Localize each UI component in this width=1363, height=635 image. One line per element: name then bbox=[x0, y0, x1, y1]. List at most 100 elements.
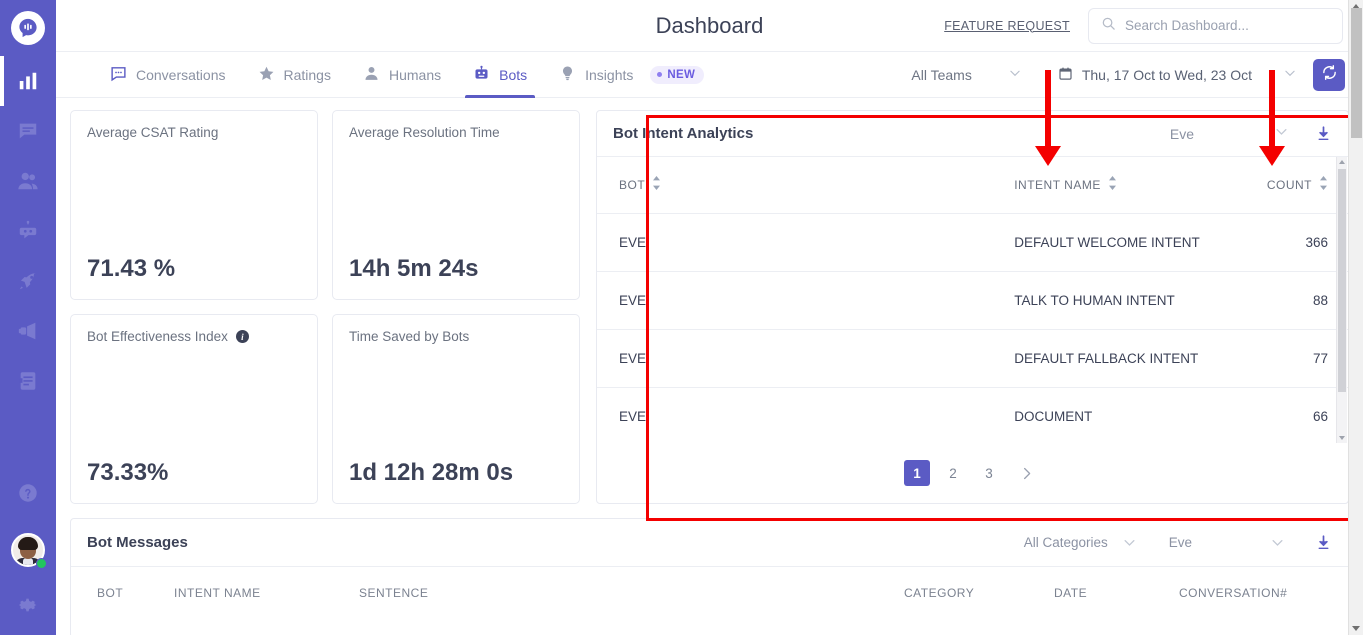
tab-bar-filters: All Teams Thu, 17 Oct to Wed, 23 Oct bbox=[905, 58, 1345, 91]
column-header-conversation-number[interactable]: CONVERSATION# bbox=[1179, 586, 1287, 600]
kpi-card-bot-effectiveness-index: Bot Effectiveness Index i 73.33% bbox=[70, 314, 318, 504]
online-status-dot bbox=[36, 558, 47, 569]
table-header-row: BOT INTENT NAME COUNT bbox=[597, 157, 1348, 214]
table-row[interactable]: EVE DEFAULT FALLBACK INTENT 77 bbox=[597, 329, 1348, 388]
intent-table-scrollbar[interactable] bbox=[1336, 157, 1347, 443]
chat-message-icon bbox=[17, 120, 39, 142]
tab-ratings[interactable]: Ratings bbox=[242, 52, 347, 98]
scroll-down-arrow-icon[interactable] bbox=[1339, 436, 1345, 440]
tab-humans[interactable]: Humans bbox=[347, 52, 457, 98]
tab-bots[interactable]: Bots bbox=[457, 52, 543, 98]
team-filter-value: All Teams bbox=[911, 66, 972, 83]
tab-conversations[interactable]: Conversations bbox=[94, 52, 242, 98]
feature-request-link[interactable]: FEATURE REQUEST bbox=[944, 19, 1070, 33]
bar-chart-icon bbox=[17, 70, 39, 92]
panel-title: Bot Intent Analytics bbox=[613, 125, 754, 142]
table-row[interactable]: EVE DEFAULT WELCOME INTENT 366 bbox=[597, 213, 1348, 272]
page-scrollbar-thumb[interactable] bbox=[1351, 8, 1362, 138]
search-input[interactable]: Search Dashboard... bbox=[1088, 7, 1343, 44]
cell-bot: EVE bbox=[597, 271, 1015, 330]
person-icon bbox=[363, 65, 380, 85]
page-button-1[interactable]: 1 bbox=[904, 460, 930, 486]
search-icon bbox=[1101, 16, 1116, 36]
sort-icon bbox=[1319, 176, 1328, 193]
chat-icon bbox=[110, 65, 127, 85]
kpi-title: Bot Effectiveness Index i bbox=[87, 329, 301, 344]
dashboard-app: Dashboard FEATURE REQUEST Search Dashboa… bbox=[0, 0, 1363, 635]
sidebar-item-knowledge-base[interactable] bbox=[0, 356, 56, 406]
app-logo[interactable] bbox=[0, 0, 56, 56]
sidebar-item-campaigns[interactable] bbox=[0, 256, 56, 306]
robot-icon bbox=[473, 65, 490, 85]
cell-count: 88 bbox=[1254, 271, 1348, 330]
column-header-count[interactable]: COUNT bbox=[1254, 157, 1348, 214]
column-header-bot[interactable]: BOT bbox=[97, 586, 174, 600]
page-button-3[interactable]: 3 bbox=[976, 460, 1002, 486]
info-icon[interactable]: i bbox=[235, 330, 249, 343]
scrollbar-thumb[interactable] bbox=[1338, 169, 1346, 393]
chevron-down-icon[interactable] bbox=[1270, 535, 1285, 550]
sidebar-item-help[interactable] bbox=[0, 469, 56, 521]
user-avatar-button[interactable] bbox=[0, 521, 56, 579]
kpi-value: 14h 5m 24s bbox=[349, 255, 479, 282]
bot-filter-value[interactable]: Eve bbox=[1170, 126, 1194, 142]
bot-messages-controls: All Categories Eve bbox=[1024, 534, 1332, 552]
page-button-2[interactable]: 2 bbox=[940, 460, 966, 486]
chevron-down-icon bbox=[1008, 66, 1022, 83]
gear-icon bbox=[17, 594, 39, 621]
rocket-icon bbox=[17, 270, 39, 292]
top-header: Dashboard FEATURE REQUEST Search Dashboa… bbox=[56, 0, 1363, 52]
column-header-bot[interactable]: BOT bbox=[597, 157, 1015, 214]
kpi-label: Time Saved by Bots bbox=[349, 329, 470, 344]
sidebar-item-analytics[interactable] bbox=[0, 56, 56, 106]
cell-bot: EVE bbox=[597, 329, 1015, 388]
table-row[interactable]: EVE TALK TO HUMAN INTENT 88 bbox=[597, 271, 1348, 330]
tab-bar: Conversations Ratings Humans Bots Insigh… bbox=[56, 52, 1363, 98]
table-row[interactable]: EVE DOCUMENT 66 bbox=[597, 387, 1348, 443]
search-placeholder: Search Dashboard... bbox=[1125, 18, 1249, 33]
download-icon[interactable] bbox=[1315, 125, 1332, 143]
bot-messages-column-headers: BOT INTENT NAME SENTENCE CATEGORY DATE C… bbox=[71, 567, 1348, 619]
category-filter-value[interactable]: All Categories bbox=[1024, 535, 1108, 550]
download-icon[interactable] bbox=[1315, 534, 1332, 552]
kpi-cards-grid: Average CSAT Rating 71.43 % Average Reso… bbox=[70, 110, 580, 504]
pagination: 1 2 3 bbox=[597, 443, 1348, 503]
chevron-down-icon[interactable] bbox=[1122, 535, 1137, 550]
dashboard-content: Average CSAT Rating 71.43 % Average Reso… bbox=[56, 98, 1363, 635]
cell-count: 366 bbox=[1254, 213, 1348, 272]
sidebar-item-humans[interactable] bbox=[0, 156, 56, 206]
sidebar-item-settings[interactable] bbox=[0, 579, 56, 635]
column-header-sentence[interactable]: SENTENCE bbox=[359, 586, 904, 600]
next-page-button[interactable] bbox=[1012, 460, 1041, 486]
refresh-button[interactable] bbox=[1313, 58, 1345, 91]
column-header-intent-name[interactable]: INTENT NAME bbox=[174, 586, 359, 600]
team-filter-select[interactable]: All Teams bbox=[905, 66, 1027, 83]
status-badge-new: NEW bbox=[650, 65, 705, 84]
tab-label: Bots bbox=[499, 66, 528, 83]
sidebar-item-bots[interactable] bbox=[0, 206, 56, 256]
sort-icon bbox=[652, 176, 661, 193]
bot-messages-panel: Bot Messages All Categories Eve BOT INTE… bbox=[70, 518, 1349, 635]
tab-insights[interactable]: Insights NEW bbox=[543, 52, 720, 98]
chevron-down-icon bbox=[1283, 66, 1297, 83]
chevron-down-icon[interactable] bbox=[1274, 124, 1289, 144]
scroll-up-arrow-icon[interactable] bbox=[1339, 160, 1345, 164]
kpi-value: 73.33% bbox=[87, 459, 169, 486]
date-range-picker[interactable]: Thu, 17 Oct to Wed, 23 Oct bbox=[1058, 66, 1297, 84]
kpi-title: Average CSAT Rating bbox=[87, 125, 301, 140]
scroll-down-arrow-icon[interactable] bbox=[1352, 626, 1360, 631]
column-header-category[interactable]: CATEGORY bbox=[904, 586, 1054, 600]
sidebar-nav bbox=[0, 56, 56, 406]
table-head: BOT INTENT NAME COUNT bbox=[597, 157, 1348, 214]
column-label: INTENT NAME bbox=[1014, 177, 1101, 192]
sidebar-item-broadcast[interactable] bbox=[0, 306, 56, 356]
page-scrollbar[interactable] bbox=[1348, 0, 1363, 635]
question-circle-icon bbox=[17, 482, 39, 509]
badge-dot-icon bbox=[657, 72, 663, 77]
tab-label: Conversations bbox=[136, 66, 226, 83]
column-header-intent-name[interactable]: INTENT NAME bbox=[1014, 157, 1255, 214]
column-label: BOT bbox=[619, 177, 646, 192]
column-header-date[interactable]: DATE bbox=[1054, 586, 1179, 600]
sidebar-item-conversations[interactable] bbox=[0, 106, 56, 156]
bot-filter-value[interactable]: Eve bbox=[1169, 535, 1192, 550]
